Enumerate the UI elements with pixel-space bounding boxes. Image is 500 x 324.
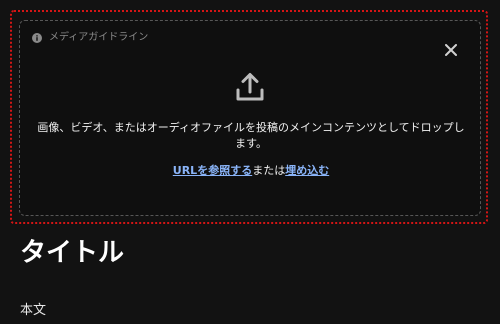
title-input[interactable]: タイトル (20, 236, 124, 270)
guidelines-label: メディアガイドライン (49, 32, 149, 43)
browse-url-link[interactable]: URLを参照する (173, 164, 252, 177)
close-button[interactable] (442, 41, 460, 59)
page: メディアガイドライン 画像、ビデオ、またはオーディオファイルを投稿のメインコンテ… (0, 0, 500, 324)
embed-link[interactable]: 埋め込む (285, 164, 329, 177)
dropzone-links: URLを参照するまたは埋め込む (34, 163, 468, 179)
body-input[interactable]: 本文 (20, 302, 46, 320)
close-icon (445, 44, 457, 56)
dropzone-instruction: 画像、ビデオ、またはオーディオファイルを投稿のメインコンテンツとしてドロップしま… (37, 121, 465, 150)
or-text: または (252, 164, 286, 177)
media-dropzone[interactable]: メディアガイドライン 画像、ビデオ、またはオーディオファイルを投稿のメインコンテ… (19, 20, 481, 216)
upload-icon (234, 71, 266, 103)
media-guidelines[interactable]: メディアガイドライン (32, 31, 148, 45)
info-icon (32, 33, 42, 43)
